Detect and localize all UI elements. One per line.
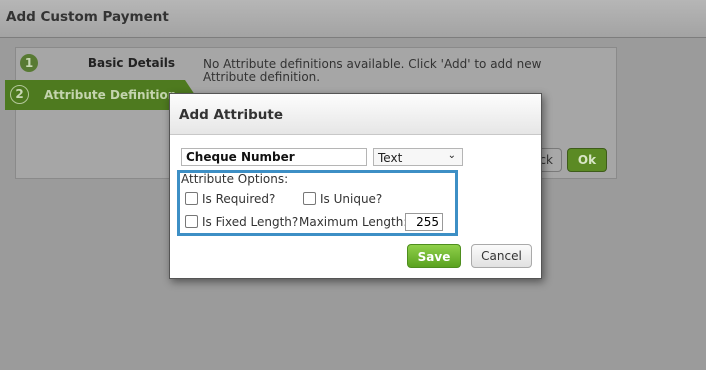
- is-fixed-length-label: Is Fixed Length?: [202, 215, 299, 229]
- is-unique-checkbox[interactable]: [303, 192, 316, 205]
- attribute-options-title: Attribute Options:: [181, 172, 289, 186]
- wizard-step-attribute-definition[interactable]: 2 Attribute Definition: [5, 80, 195, 110]
- is-fixed-length-checkbox[interactable]: [185, 215, 198, 228]
- step-number-2: 2: [10, 85, 29, 104]
- maximum-length-label: Maximum Length:: [299, 215, 408, 229]
- is-unique-label: Is Unique?: [320, 192, 383, 206]
- step-label-basic-details: Basic Details: [87, 56, 175, 70]
- maximum-length-input[interactable]: [405, 213, 443, 231]
- add-attribute-dialog: Add Attribute Text ⌄ Attribute Options: …: [169, 93, 542, 279]
- is-required-checkbox[interactable]: [185, 192, 198, 205]
- save-button[interactable]: Save: [407, 244, 461, 268]
- wizard-step-basic-details[interactable]: 1 Basic Details: [15, 50, 183, 76]
- attribute-name-input[interactable]: [181, 148, 367, 166]
- is-required-label: Is Required?: [202, 192, 276, 206]
- empty-attributes-message: No Attribute definitions available. Clic…: [203, 57, 542, 84]
- ok-button[interactable]: Ok: [567, 148, 607, 172]
- attribute-type-value: Text: [378, 151, 403, 165]
- chevron-down-icon: ⌄: [447, 150, 456, 161]
- cancel-button[interactable]: Cancel: [471, 244, 532, 268]
- step-label-attribute-definition: Attribute Definition: [44, 88, 177, 102]
- window-titlebar: Add Custom Payment: [0, 0, 706, 38]
- dialog-title: Add Attribute: [179, 107, 283, 123]
- step-number-1: 1: [20, 54, 38, 72]
- dialog-header: Add Attribute: [170, 94, 541, 135]
- window-title: Add Custom Payment: [6, 9, 169, 25]
- attribute-type-select[interactable]: Text ⌄: [373, 148, 463, 166]
